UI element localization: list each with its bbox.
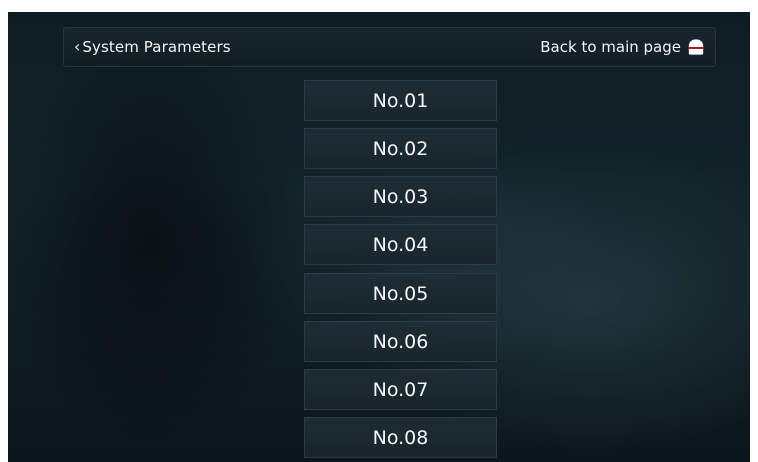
home-shutter-icon <box>688 39 704 55</box>
list-item-no-07[interactable]: No.07 <box>304 369 497 410</box>
page-title: System Parameters <box>82 38 231 56</box>
list-item-no-03[interactable]: No.03 <box>304 176 497 217</box>
screen: ‹ System Parameters Back to main page No… <box>0 0 758 462</box>
frame-left <box>0 0 8 462</box>
list-item-no-02[interactable]: No.02 <box>304 128 497 169</box>
list-item-no-04[interactable]: No.04 <box>304 224 497 265</box>
list-item-no-08[interactable]: No.08 <box>304 417 497 458</box>
list-item-no-01[interactable]: No.01 <box>304 80 497 121</box>
list-item-no-05[interactable]: No.05 <box>304 273 497 314</box>
header-bar: ‹ System Parameters Back to main page <box>63 27 716 67</box>
back-to-main-page-label: Back to main page <box>540 38 681 56</box>
frame-top <box>0 0 758 12</box>
list-item-no-06[interactable]: No.06 <box>304 321 497 362</box>
back-to-main-page-button[interactable]: Back to main page <box>540 28 705 66</box>
back-button[interactable]: ‹ System Parameters <box>74 28 231 66</box>
frame-right <box>750 0 758 462</box>
chevron-left-icon: ‹ <box>74 37 81 56</box>
